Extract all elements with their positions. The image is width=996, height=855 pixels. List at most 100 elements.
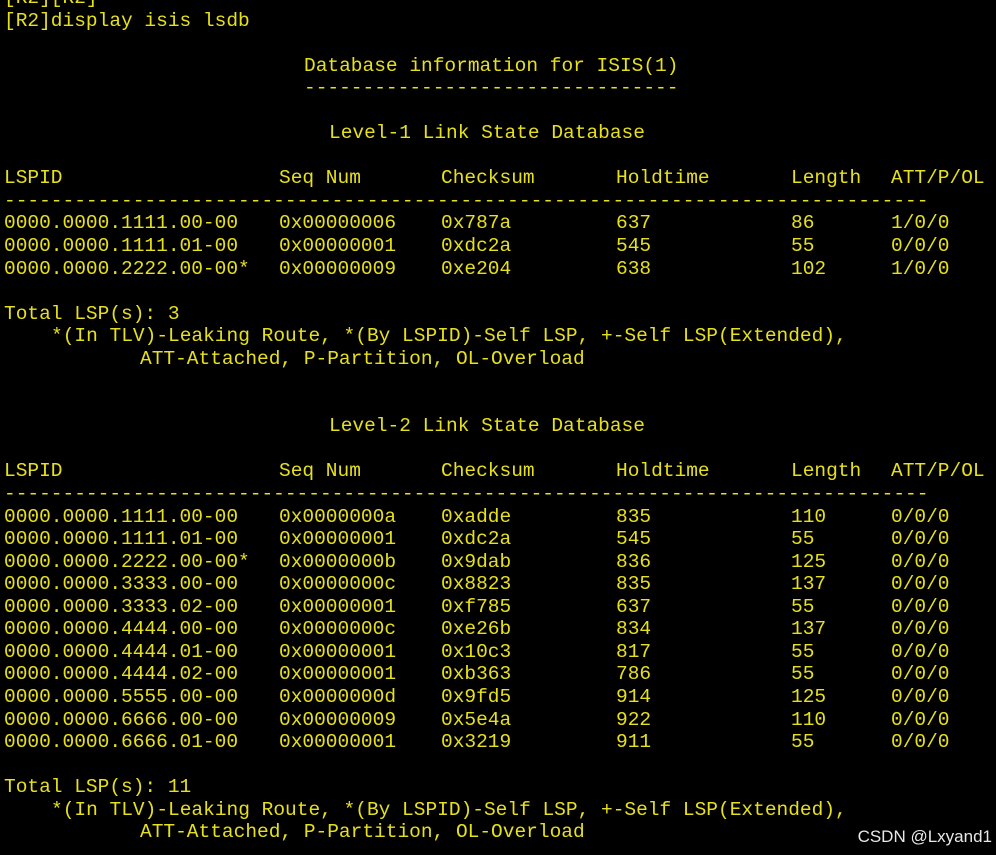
cell-length: 55: [791, 640, 815, 663]
cell-lspid: 0000.0000.1111.01-00: [4, 528, 239, 551]
cell-att-p-ol: 0/0/0: [891, 708, 950, 731]
level2-legend-line2: ATT-Attached, P-Partition, OL-Overload: [140, 821, 585, 844]
cell-lspid: 0000.0000.4444.00-00: [4, 618, 239, 641]
header-att-p-ol: ATT/P/OL: [891, 167, 985, 190]
cell-holdtime: 637: [616, 212, 652, 235]
lsp-table-row: 0000.0000.3333.00-00 0x0000000c 0x8823 835 1…: [4, 573, 996, 596]
level1-total: Total LSP(s): 3: [4, 302, 180, 325]
cell-length: 110: [791, 708, 827, 731]
command-line[interactable]: [R2]display isis lsdb: [4, 10, 996, 33]
cell-length: 55: [791, 731, 815, 754]
cell-checksum: 0xdc2a: [441, 235, 512, 258]
header-lspid: LSPID: [4, 167, 63, 190]
level2-table-body: 0000.0000.1111.00-00 0x0000000a 0xadde 835 1…: [4, 506, 996, 754]
cell-holdtime: 834: [616, 618, 652, 641]
cell-lspid: 0000.0000.1111.01-00: [4, 235, 239, 258]
cell-holdtime: 835: [616, 505, 652, 528]
cell-holdtime: 786: [616, 663, 652, 686]
level1-legend-line1: *(In TLV)-Leaking Route, *(By LSPID)-Sel…: [51, 325, 847, 348]
cell-checksum: 0x3219: [441, 731, 512, 754]
db-title-underline: --------------------------------: [304, 77, 679, 100]
lsp-table-row: 0000.0000.1111.00-00 0x00000006 0x787a 637 8…: [4, 212, 996, 235]
lsp-table-row: 0000.0000.4444.01-00 0x00000001 0x10c3 817 5…: [4, 641, 996, 664]
level1-separator: ----------------------------------------…: [4, 189, 929, 212]
terminal-output: [R2][R2] [R2]display isis lsdb Database …: [4, 0, 996, 844]
cell-length: 55: [791, 235, 815, 258]
cell-checksum: 0xf785: [441, 595, 512, 618]
header-att-p-ol: ATT/P/OL: [891, 460, 985, 483]
cell-holdtime: 914: [616, 685, 652, 708]
cell-holdtime: 817: [616, 640, 652, 663]
header-holdtime: Holdtime: [616, 167, 710, 190]
cell-checksum: 0x9fd5: [441, 685, 512, 708]
cell-lspid: 0000.0000.1111.00-00: [4, 505, 239, 528]
cell-seq-num: 0x0000000c: [279, 573, 397, 596]
cell-seq-num: 0x00000001: [279, 663, 397, 686]
cell-seq-num: 0x00000001: [279, 595, 397, 618]
cell-att-p-ol: 0/0/0: [891, 505, 950, 528]
cell-holdtime: 545: [616, 528, 652, 551]
cell-att-p-ol: 0/0/0: [891, 640, 950, 663]
cell-holdtime: 637: [616, 595, 652, 618]
cell-holdtime: 922: [616, 708, 652, 731]
cell-checksum: 0x9dab: [441, 550, 512, 573]
cell-lspid: 0000.0000.2222.00-00*: [4, 550, 250, 573]
cell-att-p-ol: 0/0/0: [891, 235, 950, 258]
cell-att-p-ol: 0/0/0: [891, 528, 950, 551]
cell-length: 55: [791, 663, 815, 686]
cell-length: 55: [791, 528, 815, 551]
level2-title: Level-2 Link State Database: [329, 415, 645, 438]
header-length: Length: [791, 167, 862, 190]
lsp-table-row: 0000.0000.5555.00-00 0x0000000d 0x9fd5 914 1…: [4, 686, 996, 709]
lsp-table-row: 0000.0000.1111.00-00 0x0000000a 0xadde 835 1…: [4, 506, 996, 529]
lsp-table-row: 0000.0000.6666.01-00 0x00000001 0x3219 911 5…: [4, 731, 996, 754]
lsp-table-row: 0000.0000.3333.02-00 0x00000001 0xf785 637 5…: [4, 596, 996, 619]
lsp-table-row: 0000.0000.4444.02-00 0x00000001 0xb363 786 5…: [4, 663, 996, 686]
cell-lspid: 0000.0000.6666.01-00: [4, 731, 239, 754]
cell-seq-num: 0x0000000c: [279, 618, 397, 641]
cell-length: 137: [791, 618, 827, 641]
cell-lspid: 0000.0000.2222.00-00*: [4, 257, 250, 280]
level1-title: Level-1 Link State Database: [329, 122, 645, 145]
cell-lspid: 0000.0000.1111.00-00: [4, 212, 239, 235]
cell-length: 125: [791, 685, 827, 708]
level2-header-row: LSPID Seq Num Checksum Holdtime Length A…: [4, 460, 996, 483]
cell-length: 86: [791, 212, 815, 235]
lsp-table-row: 0000.0000.2222.00-00* 0x00000009 0xe204 638…: [4, 258, 996, 281]
lsp-table-row: 0000.0000.2222.00-00* 0x0000000b 0x9dab 836…: [4, 551, 996, 574]
cell-seq-num: 0x00000009: [279, 708, 397, 731]
level2-separator: ----------------------------------------…: [4, 483, 929, 506]
cell-seq-num: 0x00000006: [279, 212, 397, 235]
cell-checksum: 0xb363: [441, 663, 512, 686]
lsp-table-row: 0000.0000.6666.00-00 0x00000009 0x5e4a 922 1…: [4, 709, 996, 732]
level1-table-body: 0000.0000.1111.00-00 0x00000006 0x787a 637 8…: [4, 212, 996, 280]
level1-legend-line2: ATT-Attached, P-Partition, OL-Overload: [140, 347, 585, 370]
level1-header-row: LSPID Seq Num Checksum Holdtime Length A…: [4, 167, 996, 190]
cell-lspid: 0000.0000.4444.01-00: [4, 640, 239, 663]
previous-prompt-line: [R2][R2]: [4, 0, 996, 10]
cell-att-p-ol: 0/0/0: [891, 618, 950, 641]
lsp-table-row: 0000.0000.4444.00-00 0x0000000c 0xe26b 834 1…: [4, 618, 996, 641]
header-checksum: Checksum: [441, 167, 535, 190]
cell-holdtime: 911: [616, 731, 652, 754]
cell-checksum: 0x787a: [441, 212, 512, 235]
cell-seq-num: 0x0000000d: [279, 685, 397, 708]
cell-checksum: 0xe204: [441, 257, 512, 280]
level2-legend-line1: *(In TLV)-Leaking Route, *(By LSPID)-Sel…: [51, 798, 847, 821]
level2-total: Total LSP(s): 11: [4, 776, 192, 799]
cell-checksum: 0x10c3: [441, 640, 512, 663]
cell-length: 102: [791, 257, 827, 280]
cell-holdtime: 836: [616, 550, 652, 573]
cell-seq-num: 0x0000000a: [279, 505, 397, 528]
header-checksum: Checksum: [441, 460, 535, 483]
cell-checksum: 0xdc2a: [441, 528, 512, 551]
cell-att-p-ol: 0/0/0: [891, 731, 950, 754]
cell-seq-num: 0x00000001: [279, 731, 397, 754]
